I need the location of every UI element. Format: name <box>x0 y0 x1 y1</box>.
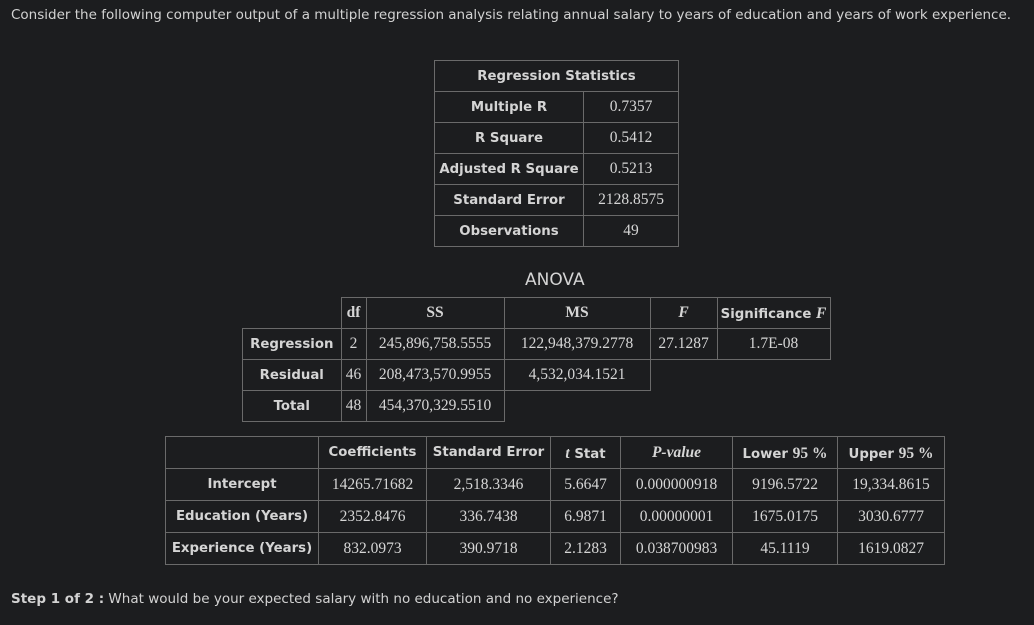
column-header-lower-95: Lower 95 % <box>732 436 838 469</box>
cell-significance: 1.7E-08 <box>716 328 831 360</box>
empty-cell <box>650 360 717 391</box>
table-header-row: df SS MS F Significance F <box>243 297 831 329</box>
column-header-p-value: P-value <box>620 436 733 469</box>
lower-percent: 95 % <box>792 444 828 462</box>
column-header-standard-error: Standard Error <box>426 436 551 469</box>
step-label: Step 1 of 2 : <box>11 591 105 607</box>
lower-label: Lower <box>742 446 793 462</box>
column-header-ss: SS <box>365 297 505 329</box>
cell-df: 48 <box>340 390 367 422</box>
row-label: Regression <box>242 328 342 360</box>
cell-upper-95: 3030.6777 <box>837 500 945 533</box>
column-header-df: df <box>340 297 367 329</box>
cell-ss: 454,370,329.5510 <box>365 390 505 422</box>
cell-coefficient: 2352.8476 <box>318 500 427 533</box>
empty-cell <box>165 436 319 469</box>
empty-cell <box>717 360 830 391</box>
empty-cell <box>717 391 830 422</box>
empty-cell <box>243 298 342 329</box>
cell-upper-95: 19,334.8615 <box>837 468 945 501</box>
stat-value: 49 <box>583 215 679 247</box>
upper-percent: 95 % <box>898 444 934 462</box>
table-row: R Square 0.5412 <box>434 122 679 154</box>
cell-standard-error: 390.9718 <box>426 532 551 565</box>
table-row: Regression 2 245,896,758.5555 122,948,37… <box>242 328 831 360</box>
cell-df: 2 <box>340 328 367 360</box>
table-row: Standard Error 2128.8575 <box>434 184 679 216</box>
stat-label: Adjusted R Square <box>434 153 584 185</box>
column-header-upper-95: Upper 95 % <box>837 436 945 469</box>
table-row: Intercept 14265.71682 2,518.3346 5.6647 … <box>165 468 945 501</box>
cell-coefficient: 832.0973 <box>318 532 427 565</box>
table-header-row: Coefficients Standard Error t Stat P-val… <box>165 436 945 469</box>
stat-label: R Square <box>434 122 584 154</box>
column-header-ms: MS <box>503 297 651 329</box>
cell-p-value: 0.000000918 <box>620 468 733 501</box>
column-header-f: F <box>649 297 718 329</box>
cell-t-stat: 5.6647 <box>550 468 621 501</box>
column-header-significance-f: Significance F <box>716 297 831 329</box>
cell-lower-95: 1675.0175 <box>732 500 838 533</box>
cell-t-stat: 6.9871 <box>550 500 621 533</box>
cell-f: 27.1287 <box>649 328 718 360</box>
upper-label: Upper <box>848 446 899 462</box>
cell-p-value: 0.038700983 <box>620 532 733 565</box>
significance-f-label: F <box>816 305 827 322</box>
stat-value: 2128.8575 <box>583 184 679 216</box>
cell-ss: 245,896,758.5555 <box>365 328 505 360</box>
anova-title: ANOVA <box>525 270 585 290</box>
cell-t-stat: 2.1283 <box>550 532 621 565</box>
cell-p-value: 0.00000001 <box>620 500 733 533</box>
cell-df: 46 <box>340 359 367 391</box>
significance-label: Significance <box>720 307 817 322</box>
anova-table: df SS MS F Significance F Regression 2 2… <box>242 297 831 422</box>
step-question-text: What would be your expected salary with … <box>104 591 619 607</box>
cell-standard-error: 336.7438 <box>426 500 551 533</box>
coefficients-table: Coefficients Standard Error t Stat P-val… <box>165 436 945 565</box>
cell-upper-95: 1619.0827 <box>837 532 945 565</box>
stat-word: Stat <box>569 446 606 462</box>
table-row: Adjusted R Square 0.5213 <box>434 153 679 185</box>
cell-ss: 208,473,570.9955 <box>365 359 505 391</box>
empty-cell <box>650 391 717 422</box>
stat-value: 0.5213 <box>583 153 679 185</box>
row-label: Residual <box>242 359 342 391</box>
cell-ms: 4,532,034.1521 <box>503 359 651 391</box>
step-question: Step 1 of 2 : What would be your expecte… <box>11 591 619 607</box>
problem-intro: Consider the following computer output o… <box>11 7 1012 23</box>
stat-value: 0.7357 <box>583 91 679 123</box>
table-row: Total 48 454,370,329.5510 <box>242 390 831 422</box>
table-row: Experience (Years) 832.0973 390.9718 2.1… <box>165 532 945 565</box>
row-label: Intercept <box>165 468 319 501</box>
empty-cell <box>504 391 650 422</box>
regression-statistics-title: Regression Statistics <box>434 60 679 92</box>
cell-lower-95: 45.1119 <box>732 532 838 565</box>
stat-label: Observations <box>434 215 584 247</box>
cell-lower-95: 9196.5722 <box>732 468 838 501</box>
column-header-coefficients: Coefficients <box>318 436 427 469</box>
row-label: Experience (Years) <box>165 532 319 565</box>
stat-label: Multiple R <box>434 91 584 123</box>
table-row: Residual 46 208,473,570.9955 4,532,034.1… <box>242 359 831 391</box>
stat-label: Standard Error <box>434 184 584 216</box>
regression-statistics-table: Regression Statistics Multiple R 0.7357 … <box>434 60 679 247</box>
column-header-t-stat: t Stat <box>550 436 621 469</box>
stat-value: 0.5412 <box>583 122 679 154</box>
table-row: Education (Years) 2352.8476 336.7438 6.9… <box>165 500 945 533</box>
table-row: Observations 49 <box>434 215 679 247</box>
cell-ms: 122,948,379.2778 <box>503 328 651 360</box>
row-label: Total <box>242 390 342 422</box>
table-row: Multiple R 0.7357 <box>434 91 679 123</box>
cell-standard-error: 2,518.3346 <box>426 468 551 501</box>
row-label: Education (Years) <box>165 500 319 533</box>
cell-coefficient: 14265.71682 <box>318 468 427 501</box>
